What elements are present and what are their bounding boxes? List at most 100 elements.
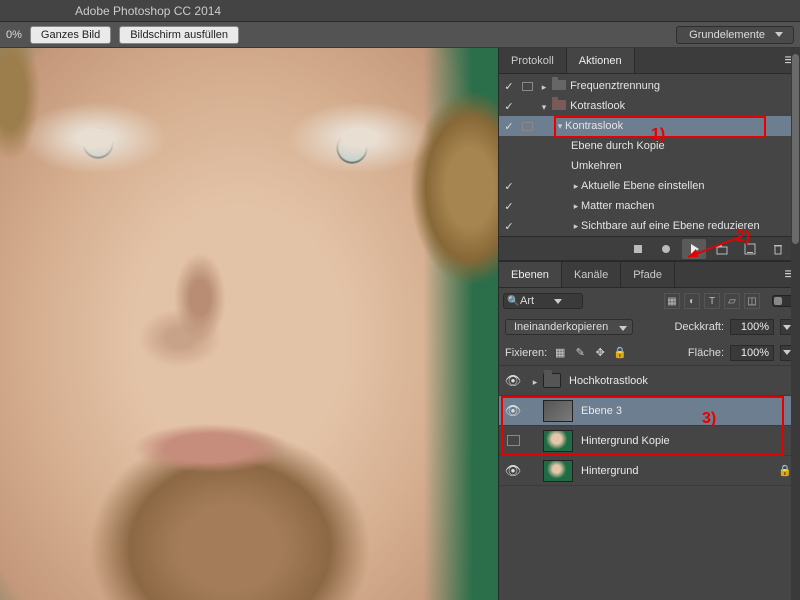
layer-group-row[interactable]: 👁 Hochkotrastlook xyxy=(499,366,800,396)
new-set-icon[interactable] xyxy=(710,239,734,259)
document-canvas[interactable] xyxy=(0,48,498,600)
action-label: Aktuelle Ebene einstellen xyxy=(581,180,705,192)
folder-icon xyxy=(543,373,561,388)
layers-panel: Ebenen Kanäle Pfade ≡ 🔍 Art ▦ ◐ T ▱ ◫ xyxy=(499,260,800,600)
panel-scrollbar[interactable] xyxy=(791,48,800,600)
toggle-check[interactable]: ✓ xyxy=(499,100,519,113)
lock-pixels-icon[interactable]: ✎ xyxy=(573,346,587,360)
action-label: Matter machen xyxy=(581,200,654,212)
blend-mode-dropdown[interactable]: Ineinanderkopieren xyxy=(505,319,633,335)
visibility-toggle[interactable]: 👁 xyxy=(499,403,527,419)
visibility-toggle[interactable]: 👁 xyxy=(499,463,527,479)
layer-filter-row: 🔍 Art ▦ ◐ T ▱ ◫ xyxy=(499,288,800,314)
image-content xyxy=(0,48,498,600)
app-title: Adobe Photoshop CC 2014 xyxy=(75,4,221,18)
fill-screen-button[interactable]: Bildschirm ausfüllen xyxy=(119,26,239,44)
layer-row[interactable]: Hintergrund Kopie xyxy=(499,426,800,456)
layer-list: 👁 Hochkotrastlook 👁 Ebene 3 Hintergrund … xyxy=(499,366,800,600)
toggle-check[interactable]: ✓ xyxy=(499,120,519,133)
play-icon[interactable] xyxy=(682,239,706,259)
layer-thumbnail[interactable] xyxy=(543,460,573,482)
workspace-label: Grundelemente xyxy=(689,29,765,41)
zoom-value[interactable]: 0% xyxy=(6,29,22,41)
expand-icon[interactable] xyxy=(530,372,540,390)
filter-shape-icon[interactable]: ▱ xyxy=(724,293,740,309)
expand-icon[interactable] xyxy=(571,180,581,192)
dialog-toggle[interactable] xyxy=(519,122,535,131)
trash-icon[interactable] xyxy=(766,239,790,259)
action-row[interactable]: ✓ Aktuelle Ebene einstellen xyxy=(499,176,800,196)
tab-ebenen[interactable]: Ebenen xyxy=(499,262,562,287)
expand-icon[interactable] xyxy=(571,220,581,232)
panels-area: Protokoll Aktionen ≡ ✓ Frequenztrennung … xyxy=(498,48,800,600)
folder-open-icon xyxy=(552,100,566,110)
chevron-down-icon xyxy=(775,32,783,37)
actions-list: ✓ Frequenztrennung ✓ Kotrastlook ✓ Kontr… xyxy=(499,74,800,236)
filter-pixel-icon[interactable]: ▦ xyxy=(664,293,680,309)
filter-kind-label: Art xyxy=(520,295,534,307)
workspace-dropdown[interactable]: Grundelemente xyxy=(676,26,794,44)
layer-name: Hintergrund Kopie xyxy=(581,435,670,447)
tab-aktionen[interactable]: Aktionen xyxy=(567,48,635,73)
action-label: Frequenztrennung xyxy=(570,80,660,92)
lock-fill-row: Fixieren: ▦ ✎ ✥ 🔒 Fläche: xyxy=(499,340,800,366)
visibility-toggle[interactable]: 👁 xyxy=(499,373,527,389)
layer-row-selected[interactable]: 👁 Ebene 3 xyxy=(499,396,800,426)
filter-smart-icon[interactable]: ◫ xyxy=(744,293,760,309)
action-label: Kotrastlook xyxy=(570,100,625,112)
fit-screen-button[interactable]: Ganzes Bild xyxy=(30,26,111,44)
toggle-check[interactable]: ✓ xyxy=(499,80,519,93)
tab-protokoll[interactable]: Protokoll xyxy=(499,48,567,73)
tab-kanaele[interactable]: Kanäle xyxy=(562,262,621,287)
chevron-down-icon xyxy=(783,350,791,355)
chevron-down-icon xyxy=(783,325,791,330)
action-label: Kontraslook xyxy=(565,120,623,132)
scrollbar-thumb[interactable] xyxy=(792,54,799,244)
folder-icon xyxy=(552,80,566,90)
expand-icon[interactable] xyxy=(539,101,549,113)
layer-thumbnail[interactable] xyxy=(543,400,573,422)
titlebar: Adobe Photoshop CC 2014 xyxy=(0,0,800,22)
filter-adjust-icon[interactable]: ◐ xyxy=(684,293,700,309)
toggle-check[interactable]: ✓ xyxy=(499,180,519,193)
tab-pfade[interactable]: Pfade xyxy=(621,262,675,287)
stop-icon[interactable] xyxy=(626,239,650,259)
dialog-toggle[interactable] xyxy=(519,82,535,91)
action-row[interactable]: ✓ Kotrastlook xyxy=(499,96,800,116)
layer-row[interactable]: 👁 Hintergrund 🔒 xyxy=(499,456,800,486)
expand-icon[interactable] xyxy=(571,200,581,212)
fill-label: Fläche: xyxy=(688,347,724,359)
filter-kind-dropdown[interactable]: 🔍 Art xyxy=(503,293,583,309)
record-icon[interactable] xyxy=(654,239,678,259)
new-action-icon[interactable] xyxy=(738,239,762,259)
toggle-check[interactable]: ✓ xyxy=(499,200,519,213)
blend-opacity-row: Ineinanderkopieren Deckkraft: xyxy=(499,314,800,340)
action-row[interactable]: Ebene durch Kopie xyxy=(499,136,800,156)
action-row[interactable]: ✓ Sichtbare auf eine Ebene reduzieren xyxy=(499,216,800,236)
action-row-selected[interactable]: ✓ Kontraslook xyxy=(499,116,800,136)
expand-icon[interactable] xyxy=(539,81,549,93)
lock-all-icon[interactable]: 🔒 xyxy=(613,346,627,360)
chevron-down-icon xyxy=(554,299,562,304)
opacity-input[interactable] xyxy=(730,319,774,335)
layer-name: Hochkotrastlook xyxy=(569,375,648,387)
actions-panel-tabs: Protokoll Aktionen ≡ xyxy=(499,48,800,74)
fill-input[interactable] xyxy=(730,345,774,361)
filter-type-icon[interactable]: T xyxy=(704,293,720,309)
action-row[interactable]: Umkehren xyxy=(499,156,800,176)
lock-position-icon[interactable]: ✥ xyxy=(593,346,607,360)
action-row[interactable]: ✓ Matter machen xyxy=(499,196,800,216)
options-bar: 0% Ganzes Bild Bildschirm ausfüllen Grun… xyxy=(0,22,800,48)
lock-transparent-icon[interactable]: ▦ xyxy=(553,346,567,360)
lock-icons-group: ▦ ✎ ✥ 🔒 xyxy=(553,346,627,360)
action-row[interactable]: ✓ Frequenztrennung xyxy=(499,76,800,96)
toggle-check[interactable]: ✓ xyxy=(499,220,519,233)
layer-name: Hintergrund xyxy=(581,465,638,477)
expand-icon[interactable] xyxy=(555,120,565,132)
layer-thumbnail[interactable] xyxy=(543,430,573,452)
blend-mode-label: Ineinanderkopieren xyxy=(514,321,608,333)
layers-panel-tabs: Ebenen Kanäle Pfade ≡ xyxy=(499,262,800,288)
visibility-toggle[interactable] xyxy=(499,435,527,446)
filter-type-icons: ▦ ◐ T ▱ ◫ xyxy=(664,293,760,309)
lock-icon: 🔒 xyxy=(778,464,792,477)
